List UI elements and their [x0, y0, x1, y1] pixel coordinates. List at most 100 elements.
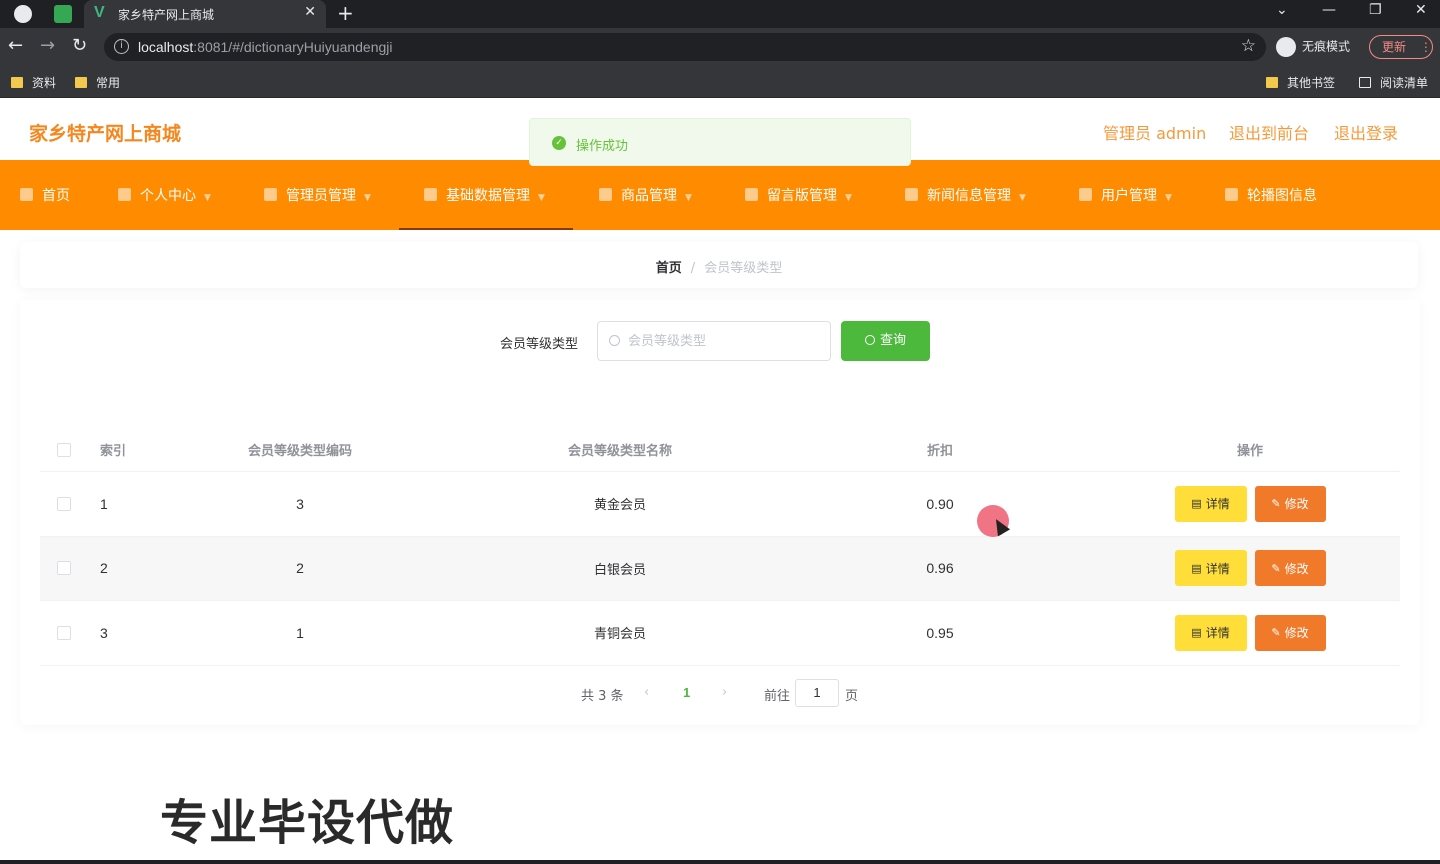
cell-index: 3 — [100, 624, 108, 641]
cell-code: 1 — [296, 624, 304, 641]
chevron-down-icon: ▼ — [1019, 193, 1026, 203]
main-nav: 首页 个人中心 ▼ 管理员管理 ▼ 基础数据管理 ▼ 商品管理 ▼ 留言版管理 ▼ 新闻信… — [0, 160, 1440, 230]
breadcrumb: 首页 / 会员等级类型 — [20, 257, 1418, 276]
breadcrumb-separator: / — [690, 261, 696, 276]
nav-item-messages[interactable]: 留言版管理 ▼ — [745, 160, 852, 230]
nav-item-admins[interactable]: 管理员管理 ▼ — [264, 160, 371, 230]
search-icon — [609, 335, 620, 346]
home-icon — [20, 188, 33, 201]
cell-discount: 0.96 — [926, 560, 954, 577]
address-bar-row: ← → ↻ i localhost:8081/#/dictionaryHuiyu… — [0, 28, 1440, 66]
table-row: 1 3 黄金会员 0.90 ▤ 详情 ✎ 修改 — [40, 472, 1400, 537]
edit-button[interactable]: ✎ 修改 — [1254, 550, 1326, 587]
row-checkbox[interactable] — [57, 472, 71, 536]
row-checkbox[interactable] — [57, 601, 71, 665]
folder-icon — [11, 77, 23, 88]
reading-list[interactable]: 阅读清单 — [1359, 74, 1428, 91]
bookmark-folder[interactable]: 常用 — [75, 74, 120, 91]
document-icon: ▤ — [1191, 626, 1202, 640]
url-text: localhost:8081/#/dictionaryHuiyuandengji — [138, 39, 393, 55]
to-front-link[interactable]: 退出到前台 — [1229, 120, 1309, 144]
carousel-icon — [1225, 188, 1238, 201]
nav-item-users[interactable]: 用户管理 ▼ — [1079, 160, 1172, 230]
new-tab-icon[interactable]: + — [337, 1, 354, 25]
reading-list-icon — [1359, 77, 1371, 88]
info-icon[interactable]: i — [114, 39, 129, 54]
nav-item-news[interactable]: 新闻信息管理 ▼ — [905, 160, 1026, 230]
edit-button[interactable]: ✎ 修改 — [1254, 614, 1326, 651]
taskbar-edge — [0, 860, 1440, 864]
breadcrumb-home[interactable]: 首页 — [656, 261, 682, 276]
edit-icon: ✎ — [1271, 497, 1281, 511]
update-button[interactable]: 更新 ⋮ — [1369, 35, 1433, 59]
table-row: 2 2 白银会员 0.96 ▤ 详情 ✎ 修改 — [40, 536, 1400, 601]
logout-link[interactable]: 退出登录 — [1334, 120, 1398, 144]
cell-code: 2 — [296, 560, 304, 577]
search-button[interactable]: 查询 — [841, 321, 930, 361]
more-icon: ⋮ — [1419, 40, 1432, 54]
bookmark-star-icon[interactable]: ☆ — [1241, 36, 1256, 56]
back-icon[interactable]: ← — [8, 36, 23, 56]
browser-tab-bar: V 家乡特产网上商城 ✕ + ⌄ — ❐ ✕ — [0, 0, 1440, 28]
chevron-down-icon: ▼ — [538, 193, 545, 203]
page-number-current[interactable]: 1 — [683, 685, 690, 700]
nav-item-goods[interactable]: 商品管理 ▼ — [599, 160, 692, 230]
nav-item-profile[interactable]: 个人中心 ▼ — [118, 160, 211, 230]
forward-icon[interactable]: → — [40, 36, 55, 56]
nav-item-carousel[interactable]: 轮播图信息 — [1225, 160, 1317, 230]
col-name: 会员等级类型名称 — [567, 444, 672, 459]
users-icon — [1079, 188, 1092, 201]
browser-tab[interactable]: V 家乡特产网上商城 ✕ — [84, 0, 326, 28]
detail-button[interactable]: ▤ 详情 — [1174, 550, 1247, 587]
minimize-icon[interactable]: — — [1322, 2, 1336, 18]
nav-item-home[interactable]: 首页 — [20, 160, 70, 230]
admin-label: 管理员 admin — [1103, 124, 1207, 143]
cell-actions: ▤ 详情 ✎ 修改 — [1150, 537, 1350, 601]
select-all-checkbox[interactable] — [57, 428, 71, 471]
tab-search-icon[interactable]: ⌄ — [1276, 2, 1288, 18]
cell-name: 青铜会员 — [593, 627, 646, 643]
row-checkbox[interactable] — [57, 537, 71, 601]
edit-button[interactable]: ✎ 修改 — [1254, 485, 1326, 522]
next-page-button[interactable]: › — [722, 685, 727, 700]
cell-name: 黄金会员 — [593, 498, 646, 514]
edit-icon: ✎ — [1271, 626, 1281, 640]
chevron-down-icon: ▼ — [364, 193, 371, 203]
breadcrumb-current: 会员等级类型 — [704, 261, 783, 276]
search-input[interactable] — [628, 330, 818, 352]
col-discount: 折扣 — [926, 444, 953, 459]
cell-actions: ▤ 详情 ✎ 修改 — [1150, 472, 1350, 536]
url-input[interactable]: i localhost:8081/#/dictionaryHuiyuandeng… — [104, 33, 1266, 61]
other-bookmarks[interactable]: 其他书签 — [1266, 74, 1335, 91]
table-header: 索引 会员等级类型编码 会员等级类型名称 折扣 操作 — [40, 428, 1400, 472]
prev-page-button[interactable]: ‹ — [644, 685, 649, 700]
chevron-down-icon: ▼ — [685, 193, 692, 203]
detail-button[interactable]: ▤ 详情 — [1174, 614, 1247, 651]
cell-code: 3 — [296, 495, 304, 512]
table-row: 3 1 青铜会员 0.95 ▤ 详情 ✎ 修改 — [40, 601, 1400, 666]
bookmark-folder[interactable]: 资料 — [11, 74, 56, 91]
search-label: 会员等级类型 — [500, 337, 579, 352]
incognito-icon — [1276, 37, 1296, 57]
page-jump-input[interactable]: 1 — [795, 679, 839, 707]
search-input-wrapper[interactable] — [597, 321, 831, 361]
close-icon[interactable]: ✕ — [304, 4, 316, 20]
data-table: 索引 会员等级类型编码 会员等级类型名称 折扣 操作 1 3 黄金会员 0.90… — [40, 428, 1400, 666]
detail-button[interactable]: ▤ 详情 — [1174, 485, 1247, 522]
restore-icon[interactable]: ❐ — [1369, 2, 1382, 18]
col-index: 索引 — [100, 444, 127, 459]
admin-icon — [264, 188, 277, 201]
window-close-icon[interactable]: ✕ — [1415, 2, 1427, 18]
folder-icon — [75, 77, 87, 88]
incognito-indicator[interactable]: 无痕模式 — [1276, 37, 1350, 57]
cell-actions: ▤ 详情 ✎ 修改 — [1150, 601, 1350, 665]
cell-name: 白银会员 — [593, 562, 646, 578]
browser-menu-icon[interactable] — [14, 5, 32, 23]
brand-title: 家乡特产网上商城 — [29, 123, 182, 145]
app-icon[interactable] — [54, 5, 72, 23]
reload-icon[interactable]: ↻ — [72, 36, 87, 56]
nav-item-base-data[interactable]: 基础数据管理 ▼ — [399, 160, 573, 230]
tab-title: 家乡特产网上商城 — [118, 8, 215, 22]
chevron-down-icon: ▼ — [845, 193, 852, 203]
document-icon: ▤ — [1191, 561, 1202, 575]
